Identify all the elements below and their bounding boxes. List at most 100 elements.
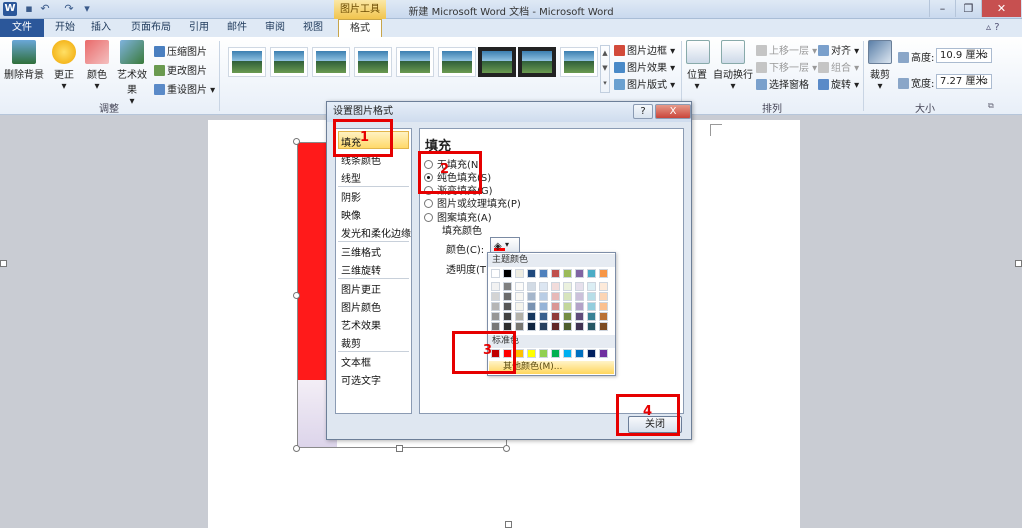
align-button[interactable]: 对齐 ▾ xyxy=(818,42,859,57)
theme-shade-swatch[interactable] xyxy=(491,292,500,301)
resize-handle-bottom[interactable] xyxy=(396,445,403,452)
theme-color-swatch[interactable] xyxy=(515,269,524,278)
picture-style-3[interactable] xyxy=(312,47,350,77)
tab-mailings[interactable]: 邮件 xyxy=(222,19,252,37)
theme-shade-swatch[interactable] xyxy=(587,302,596,311)
tab-page-layout[interactable]: 页面布局 xyxy=(126,19,176,37)
send-backward-button[interactable]: 下移一层 ▾ xyxy=(756,59,817,74)
help-icon[interactable]: ▵ ? xyxy=(986,22,1000,33)
restore-icon[interactable]: ❐ xyxy=(955,0,981,17)
theme-shade-swatch[interactable] xyxy=(587,292,596,301)
theme-shade-swatch[interactable] xyxy=(563,282,572,291)
theme-shade-swatch[interactable] xyxy=(599,282,608,291)
picture-style-9[interactable] xyxy=(560,47,598,77)
tab-file[interactable]: 文件 xyxy=(0,19,44,37)
ruler-handle-right[interactable] xyxy=(1015,260,1022,267)
theme-shade-swatch[interactable] xyxy=(575,322,584,331)
nav-item-shadow[interactable]: 阴影 xyxy=(341,189,361,204)
picture-border-button[interactable]: 图片边框 ▾ xyxy=(614,42,675,57)
theme-shade-swatch[interactable] xyxy=(575,312,584,321)
standard-color-swatch[interactable] xyxy=(563,349,572,358)
close-window-icon[interactable]: ✕ xyxy=(981,0,1021,17)
standard-color-swatch[interactable] xyxy=(515,349,524,358)
theme-shade-swatch[interactable] xyxy=(539,312,548,321)
change-picture-button[interactable]: 更改图片 xyxy=(154,62,207,77)
theme-shade-swatch[interactable] xyxy=(587,282,596,291)
nav-item-3d-format[interactable]: 三维格式 xyxy=(341,244,381,259)
theme-color-swatch[interactable] xyxy=(539,269,548,278)
theme-shade-swatch[interactable] xyxy=(515,302,524,311)
theme-color-swatch[interactable] xyxy=(551,269,560,278)
resize-handle-left[interactable] xyxy=(293,292,300,299)
tab-references[interactable]: 引用 xyxy=(184,19,214,37)
theme-color-swatch[interactable] xyxy=(587,269,596,278)
theme-shade-swatch[interactable] xyxy=(515,282,524,291)
theme-shade-swatch[interactable] xyxy=(539,292,548,301)
theme-shade-swatch[interactable] xyxy=(527,282,536,291)
theme-shade-swatch[interactable] xyxy=(563,292,572,301)
gallery-scroll[interactable]: ▲ ▼ ▾ xyxy=(600,45,610,93)
picture-style-6[interactable] xyxy=(438,47,476,77)
bring-forward-button[interactable]: 上移一层 ▾ xyxy=(756,42,817,57)
color-picker-button[interactable]: ◈ ▾ xyxy=(490,237,520,253)
picture-style-2[interactable] xyxy=(270,47,308,77)
standard-color-swatch[interactable] xyxy=(551,349,560,358)
theme-shade-swatch[interactable] xyxy=(515,292,524,301)
theme-color-swatch[interactable] xyxy=(503,269,512,278)
picture-style-1[interactable] xyxy=(228,47,266,77)
picture-style-5[interactable] xyxy=(396,47,434,77)
picture-effects-button[interactable]: 图片效果 ▾ xyxy=(614,59,675,74)
tab-review[interactable]: 审阅 xyxy=(260,19,290,37)
position-button[interactable]: 位置 ▾ xyxy=(686,40,710,92)
tab-format[interactable]: 格式 xyxy=(338,19,382,38)
theme-shade-swatch[interactable] xyxy=(551,292,560,301)
nav-item-text-box[interactable]: 文本框 xyxy=(341,354,371,369)
ruler-handle-bottom[interactable] xyxy=(505,521,512,528)
nav-item-crop[interactable]: 裁剪 xyxy=(341,335,361,350)
theme-shade-swatch[interactable] xyxy=(491,302,500,311)
theme-shade-swatch[interactable] xyxy=(503,322,512,331)
nav-item-line-style[interactable]: 线型 xyxy=(341,170,361,185)
theme-shade-swatch[interactable] xyxy=(587,322,596,331)
standard-color-swatch[interactable] xyxy=(527,349,536,358)
theme-shade-swatch[interactable] xyxy=(503,292,512,301)
theme-shade-swatch[interactable] xyxy=(491,282,500,291)
picture-style-4[interactable] xyxy=(354,47,392,77)
picture-layout-button[interactable]: 图片版式 ▾ xyxy=(614,76,675,91)
theme-shade-swatch[interactable] xyxy=(563,302,572,311)
nav-item-artistic-effects[interactable]: 艺术效果 xyxy=(341,317,381,332)
theme-shade-swatch[interactable] xyxy=(587,312,596,321)
theme-shade-swatch[interactable] xyxy=(491,322,500,331)
theme-shade-swatch[interactable] xyxy=(575,292,584,301)
standard-color-swatch[interactable] xyxy=(587,349,596,358)
dialog-close-icon[interactable]: X xyxy=(655,104,691,119)
resize-handle-bottom-right[interactable] xyxy=(503,445,510,452)
theme-shade-swatch[interactable] xyxy=(503,302,512,311)
theme-shade-swatch[interactable] xyxy=(551,312,560,321)
ruler-handle-left[interactable] xyxy=(0,260,7,267)
theme-shade-swatch[interactable] xyxy=(563,322,572,331)
nav-item-picture-color[interactable]: 图片颜色 xyxy=(341,299,381,314)
theme-color-swatch[interactable] xyxy=(527,269,536,278)
crop-button[interactable]: 裁剪 ▾ xyxy=(868,40,892,92)
theme-shade-swatch[interactable] xyxy=(599,312,608,321)
compress-pictures-button[interactable]: 压缩图片 xyxy=(154,43,207,58)
theme-shade-swatch[interactable] xyxy=(515,312,524,321)
dialog-help-button[interactable]: ? xyxy=(633,104,653,119)
theme-shade-swatch[interactable] xyxy=(575,282,584,291)
picture-style-8[interactable] xyxy=(518,47,556,77)
size-dialog-launcher-icon[interactable]: ⧉ xyxy=(988,101,994,111)
tab-view[interactable]: 视图 xyxy=(298,19,328,37)
theme-shade-swatch[interactable] xyxy=(539,302,548,311)
reset-picture-button[interactable]: 重设图片 ▾ xyxy=(154,81,215,96)
theme-color-swatch[interactable] xyxy=(575,269,584,278)
theme-shade-swatch[interactable] xyxy=(575,302,584,311)
artistic-effects-button[interactable]: 艺术效果 ▾ xyxy=(114,40,150,107)
tab-home[interactable]: 开始 xyxy=(50,19,80,37)
remove-background-button[interactable]: 删除背景 xyxy=(4,40,44,81)
nav-item-reflection[interactable]: 映像 xyxy=(341,207,361,222)
theme-shade-swatch[interactable] xyxy=(527,322,536,331)
theme-shade-swatch[interactable] xyxy=(551,302,560,311)
nav-item-3d-rotation[interactable]: 三维旋转 xyxy=(341,262,381,277)
theme-shade-swatch[interactable] xyxy=(551,282,560,291)
